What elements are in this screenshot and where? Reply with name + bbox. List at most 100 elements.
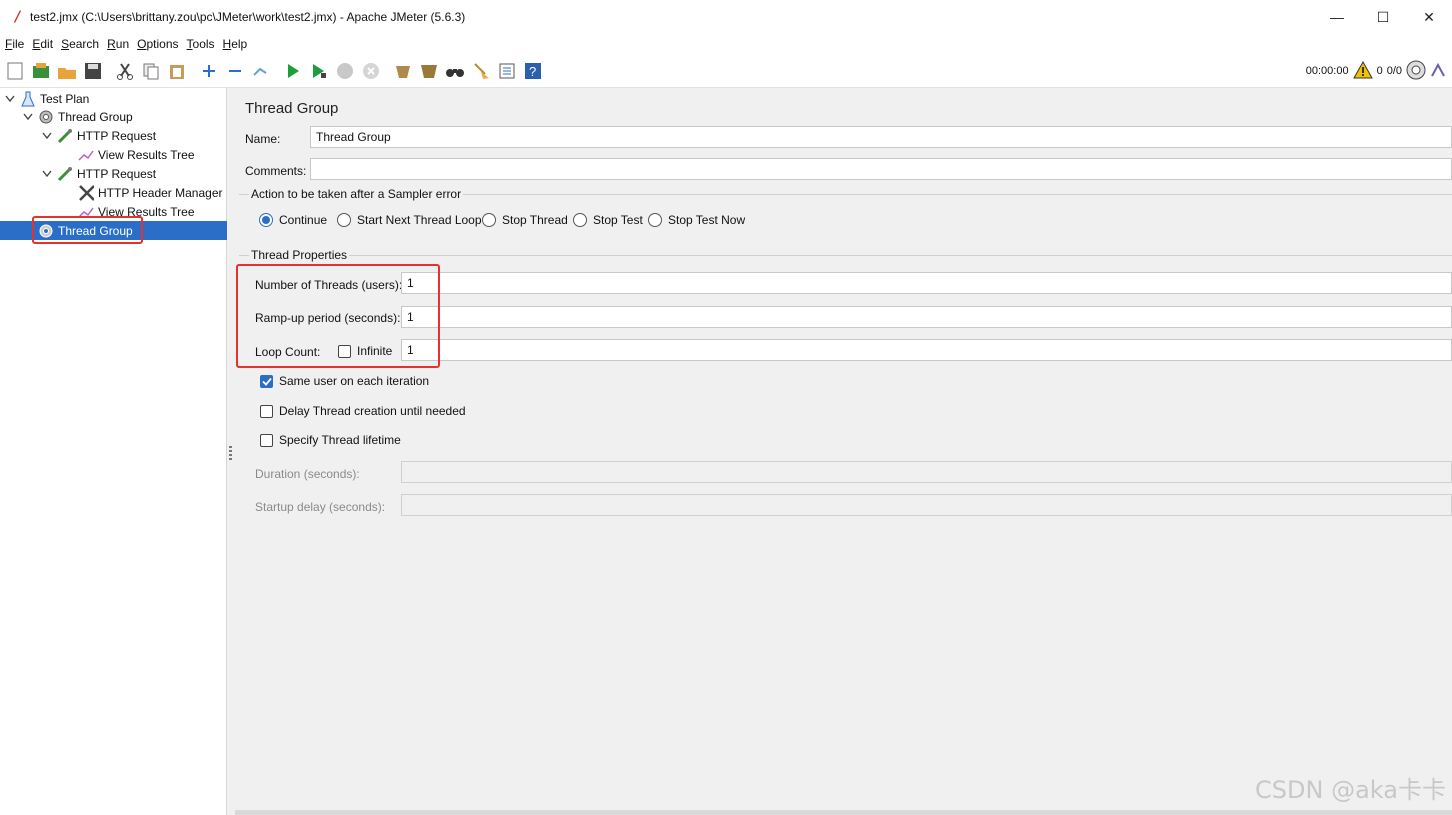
- copy-icon[interactable]: [140, 60, 162, 82]
- flask-icon: [20, 91, 36, 107]
- minimize-button[interactable]: —: [1314, 0, 1360, 34]
- action-group-title: Action to be taken after a Sampler error: [249, 187, 464, 201]
- chart-icon: [78, 147, 94, 163]
- radio-label: Stop Test Now: [668, 213, 746, 227]
- tree-node-http-request[interactable]: HTTP Request: [41, 126, 156, 145]
- save-icon[interactable]: [82, 60, 104, 82]
- radio-stop-test[interactable]: Stop Test: [573, 213, 643, 227]
- checkbox-label: Same user on each iteration: [279, 374, 430, 388]
- start-no-pauses-icon[interactable]: [308, 60, 330, 82]
- radio-stop-thread[interactable]: Stop Thread: [482, 213, 568, 227]
- collapse-all-icon[interactable]: [224, 60, 246, 82]
- warning-icon[interactable]: [1352, 60, 1373, 82]
- new-file-icon[interactable]: [4, 60, 26, 82]
- thread-properties-title: Thread Properties: [249, 248, 350, 262]
- remote-status-icon: [1406, 60, 1426, 83]
- tools-icon: [78, 184, 94, 201]
- annotation-highlight-tree: [32, 216, 143, 244]
- clear-icon[interactable]: [392, 60, 414, 82]
- menu-edit[interactable]: Edit: [27, 37, 56, 51]
- tree-label: Test Plan: [40, 91, 90, 106]
- thread-count: 0/0: [1386, 65, 1402, 77]
- jmeter-feather-icon: [8, 8, 26, 26]
- chevron-down-icon[interactable]: [41, 168, 53, 180]
- close-button[interactable]: ✕: [1406, 0, 1452, 34]
- menu-tools[interactable]: Tools: [182, 37, 218, 51]
- name-label: Name:: [245, 132, 281, 146]
- menu-file[interactable]: File: [0, 37, 27, 51]
- tree-label: Thread Group: [58, 109, 133, 124]
- tree-node-http-header-manager[interactable]: HTTP Header Manager: [78, 183, 223, 202]
- menu-help[interactable]: Help: [218, 37, 251, 51]
- tree-node-http-request[interactable]: HTTP Request: [41, 164, 156, 183]
- threads-field[interactable]: 1: [401, 272, 1452, 294]
- reset-search-broom-icon[interactable]: [470, 60, 492, 82]
- name-field[interactable]: Thread Group: [310, 126, 1452, 148]
- comments-label: Comments:: [245, 164, 307, 178]
- checkbox-label: Delay Thread creation until needed: [279, 404, 466, 418]
- svg-text:?: ?: [529, 64, 536, 79]
- radio-continue[interactable]: Continue: [259, 213, 327, 227]
- open-folder-icon[interactable]: [56, 60, 78, 82]
- cut-icon[interactable]: [114, 60, 136, 82]
- check-icon: [260, 374, 273, 388]
- comments-field[interactable]: [310, 158, 1452, 180]
- radio-label: Start Next Thread Loop: [357, 213, 482, 227]
- radio-stop-test-now[interactable]: Stop Test Now: [648, 213, 745, 227]
- function-helper-icon[interactable]: [496, 60, 518, 82]
- annotation-highlight-thread-properties: [236, 264, 440, 368]
- tree-label: HTTP Request: [77, 166, 157, 181]
- help-icon[interactable]: ?: [522, 60, 544, 82]
- chevron-down-icon[interactable]: [4, 93, 16, 105]
- paste-icon[interactable]: [166, 60, 188, 82]
- pipette-icon: [57, 128, 73, 144]
- startup-delay-field[interactable]: [401, 494, 1452, 516]
- menu-options[interactable]: Options: [132, 37, 181, 51]
- expand-all-icon[interactable]: [198, 60, 220, 82]
- shutdown-icon[interactable]: [360, 60, 382, 82]
- templates-icon[interactable]: [30, 60, 52, 82]
- tree-node-test-plan[interactable]: Test Plan: [4, 89, 89, 108]
- specify-thread-lifetime-checkbox[interactable]: Specify Thread lifetime: [260, 433, 401, 447]
- panel-title: Thread Group: [245, 100, 339, 117]
- gear-icon: [38, 109, 54, 125]
- horizontal-scrollbar[interactable]: [235, 810, 1452, 815]
- elapsed-timer: 00:00:00: [1305, 65, 1349, 77]
- delay-thread-creation-checkbox[interactable]: Delay Thread creation until needed: [260, 404, 466, 418]
- start-icon[interactable]: [282, 60, 304, 82]
- duration-field[interactable]: [401, 461, 1452, 483]
- radio-label: Continue: [279, 213, 328, 227]
- same-user-checkbox[interactable]: Same user on each iteration: [260, 374, 429, 388]
- radio-label: Stop Test: [593, 213, 643, 227]
- watermark: CSDN @aka卡卡: [1255, 776, 1446, 804]
- loop-count-field[interactable]: 1: [401, 339, 1452, 361]
- startup-delay-label: Startup delay (seconds):: [255, 500, 386, 514]
- menu-search[interactable]: Search: [56, 37, 102, 51]
- status-area: 00:00:00 0 0/0: [1306, 54, 1446, 88]
- checkbox-label: Specify Thread lifetime: [279, 433, 401, 447]
- split-pane-divider[interactable]: [227, 88, 235, 815]
- rampup-field[interactable]: 1: [401, 306, 1452, 328]
- chevron-down-icon[interactable]: [22, 111, 34, 123]
- pipette-icon: [57, 166, 73, 182]
- log-viewer-icon[interactable]: [1430, 62, 1446, 81]
- menu-bar: File Edit Search Run Options Tools Help: [0, 34, 1452, 54]
- maximize-button[interactable]: ☐: [1360, 0, 1406, 34]
- test-plan-tree: Test Plan Thread Group HTTP Request View…: [0, 88, 227, 815]
- clear-all-icon[interactable]: [418, 60, 440, 82]
- radio-label: Stop Thread: [502, 213, 568, 227]
- radio-start-next-thread-loop[interactable]: Start Next Thread Loop: [337, 213, 482, 227]
- tree-label: HTTP Header Manager: [98, 185, 223, 200]
- tree-node-thread-group[interactable]: Thread Group: [22, 107, 133, 126]
- tree-label: View Results Tree: [98, 147, 195, 162]
- window-title: test2.jmx (C:\Users\brittany.zou\pc\JMet…: [30, 10, 466, 24]
- toolbar: ? 00:00:00 0 0/0: [0, 54, 1452, 88]
- stop-icon[interactable]: [334, 60, 356, 82]
- warning-count: 0: [1376, 65, 1383, 77]
- search-binoculars-icon[interactable]: [444, 60, 466, 82]
- chevron-down-icon[interactable]: [41, 130, 53, 142]
- tree-node-view-results-tree[interactable]: View Results Tree: [78, 145, 195, 164]
- duration-label: Duration (seconds):: [255, 467, 360, 481]
- toggle-icon[interactable]: [250, 60, 272, 82]
- menu-run[interactable]: Run: [102, 37, 132, 51]
